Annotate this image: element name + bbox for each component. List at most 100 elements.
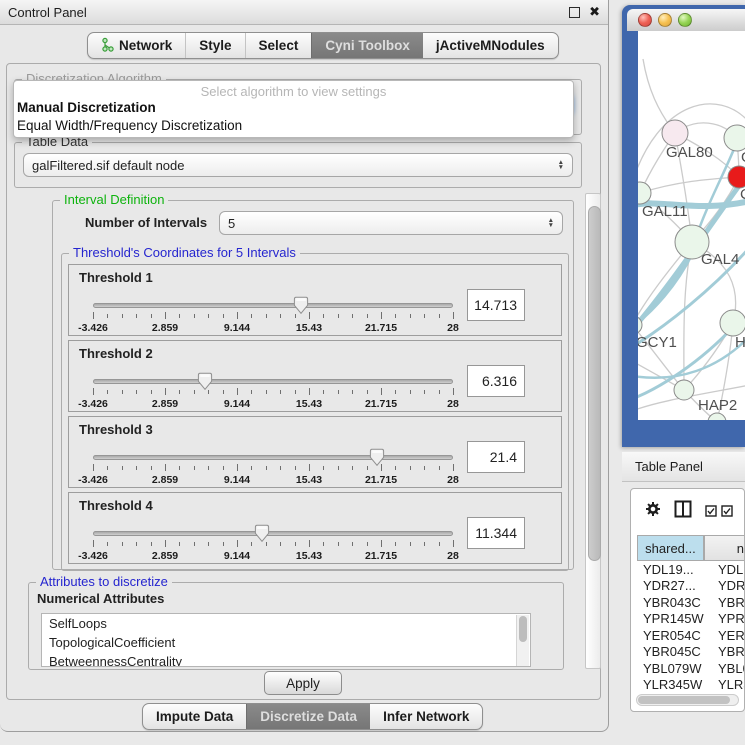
tab-style[interactable]: Style <box>185 33 244 58</box>
control-panel-window: Control Panel ✖ NetworkStyle Select Cyni T… <box>0 0 609 732</box>
algorithm-option-1[interactable]: Manual Discretization <box>17 100 156 115</box>
number-of-intervals-value: 5 <box>228 216 235 231</box>
table-row[interactable]: YBL079WYBL0 <box>637 660 745 677</box>
threshold-slider[interactable]: -3.4262.8599.14415.4321.71528 <box>93 523 453 561</box>
table-row[interactable]: YBR045CYBR0 <box>637 644 745 661</box>
network-node-node-bottom[interactable] <box>708 413 726 420</box>
column-header-1[interactable]: shared... <box>637 535 704 561</box>
column-layout-icon[interactable] <box>674 500 692 523</box>
minimize-traffic-icon[interactable] <box>658 13 672 27</box>
select-none-checkbox-icon[interactable] <box>721 505 733 517</box>
tab-network[interactable]: Network <box>88 33 185 58</box>
scrollbar-thumb[interactable] <box>588 206 601 561</box>
slider-ticks <box>93 312 453 321</box>
network-node-label: H <box>735 334 745 351</box>
slider-ticks <box>93 540 453 549</box>
slider-track[interactable] <box>93 379 453 384</box>
table-cell: YLR3 <box>708 677 745 692</box>
zoom-traffic-icon[interactable] <box>678 13 692 27</box>
slider-thumb-icon[interactable] <box>254 524 270 543</box>
float-window-icon[interactable] <box>569 7 580 18</box>
threshold-slider[interactable]: -3.4262.8599.14415.4321.71528 <box>93 447 453 485</box>
attribute-list-item[interactable]: TopologicalCoefficient <box>42 633 530 652</box>
close-traffic-icon[interactable] <box>638 13 652 27</box>
table-row[interactable]: YBR043CYBR0 <box>637 594 745 611</box>
threshold-value-field[interactable]: 6.316 <box>467 365 525 397</box>
apply-button[interactable]: Apply <box>264 671 342 695</box>
table-row[interactable]: YER054CYER0 <box>637 627 745 644</box>
tab-cyni-toolbox[interactable]: Cyni Toolbox <box>311 33 423 58</box>
threshold-value-field[interactable]: 21.4 <box>467 441 525 473</box>
network-node-hap2[interactable] <box>674 380 694 400</box>
network-node-label: GCY1 <box>638 334 677 351</box>
algorithm-option-2[interactable]: Equal Width/Frequency Discretization <box>17 118 242 133</box>
tab-select[interactable]: Select <box>245 33 312 58</box>
algorithm-popup-hint: Select algorithm to view settings <box>14 84 573 99</box>
numerical-attributes-list[interactable]: SelfLoopsTopologicalCoefficientBetweenne… <box>41 613 531 667</box>
threshold-label: Threshold 4 <box>79 498 153 513</box>
table-cell: YDL19... <box>637 562 708 577</box>
threshold-slider[interactable]: -3.4262.8599.14415.4321.71528 <box>93 295 453 333</box>
tick-label: 9.144 <box>224 550 250 562</box>
thresholds-group: Threshold's Coordinates for 5 Intervals … <box>61 253 569 571</box>
tab-discretize-data[interactable]: Discretize Data <box>246 704 370 729</box>
interval-definition-label: Interval Definition <box>60 193 168 207</box>
numerical-attributes-label: Numerical Attributes <box>37 591 164 606</box>
slider-thumb-icon[interactable] <box>197 372 213 391</box>
tick-label: 28 <box>447 474 459 486</box>
tick-label: 21.715 <box>365 474 397 486</box>
network-node-gal80[interactable] <box>662 120 688 146</box>
threshold-slider[interactable]: -3.4262.8599.14415.4321.71528 <box>93 371 453 409</box>
control-panel-title: Control Panel <box>8 5 87 20</box>
scrollbar-thumb[interactable] <box>638 696 730 704</box>
select-all-checkbox-icon[interactable] <box>705 505 717 517</box>
tab-infer-network[interactable]: Infer Network <box>370 704 482 729</box>
attribute-list-item[interactable]: SelfLoops <box>42 614 530 633</box>
tick-label: 9.144 <box>224 322 250 334</box>
stepper-arrows-icon: ▲▼ <box>552 160 564 171</box>
tab-label: Select <box>259 38 299 53</box>
network-graph: GAL80GCGAL11GAL4GCY1HHAP2 <box>638 31 745 420</box>
table-cell: YDR2 <box>708 578 745 593</box>
network-window-titlebar[interactable] <box>627 9 745 31</box>
table-toolbar <box>631 489 745 533</box>
column-header-2[interactable]: na <box>704 535 745 561</box>
network-node-node-right-mid[interactable] <box>720 310 745 336</box>
tick-label: 2.859 <box>152 550 178 562</box>
slider-thumb-icon[interactable] <box>293 296 309 315</box>
table-cell: YDR27... <box>637 578 708 593</box>
tab-impute-data[interactable]: Impute Data <box>143 704 246 729</box>
threshold-panel-2: Threshold 2-3.4262.8599.14415.4321.71528… <box>68 340 562 412</box>
table-row[interactable]: YDL19...YDL1 <box>637 561 745 578</box>
tick-label: 15.43 <box>296 550 322 562</box>
slider-track[interactable] <box>93 455 453 460</box>
panel-scrollbar[interactable] <box>585 193 601 669</box>
slider-track[interactable] <box>93 303 453 308</box>
attribute-list-item[interactable]: BetweennessCentrality <box>42 652 530 667</box>
table-row[interactable]: YLR345WYLR3 <box>637 677 745 694</box>
network-node-node-red[interactable] <box>728 166 745 188</box>
slider-track[interactable] <box>93 531 453 536</box>
control-panel-titlebar: Control Panel ✖ <box>0 0 608 25</box>
table-panel-header: Table Panel <box>622 452 745 482</box>
tick-label: 28 <box>447 322 459 334</box>
threshold-value-field[interactable]: 11.344 <box>467 517 525 549</box>
slider-thumb-icon[interactable] <box>369 448 385 467</box>
gear-icon[interactable] <box>645 501 661 522</box>
table-cell: YBR043C <box>637 595 708 610</box>
list-scrollbar[interactable] <box>516 615 529 666</box>
close-icon[interactable]: ✖ <box>589 7 600 17</box>
tick-label: 2.859 <box>152 474 178 486</box>
network-node-node-top-right[interactable] <box>724 125 745 151</box>
table-horizontal-scrollbar[interactable] <box>636 694 739 706</box>
threshold-value-field[interactable]: 14.713 <box>467 289 525 321</box>
number-of-intervals-select[interactable]: 5 ▲▼ <box>219 211 563 235</box>
tick-label: 28 <box>447 398 459 410</box>
network-canvas[interactable]: GAL80GCGAL11GAL4GCY1HHAP2 <box>638 31 745 420</box>
table-row[interactable]: YPR145WYPR1 <box>637 611 745 628</box>
tab-label: Discretize Data <box>260 709 357 724</box>
table-data-select[interactable]: galFiltered.sif default node ▲▼ <box>23 153 573 177</box>
tick-label: 21.715 <box>365 550 397 562</box>
table-row[interactable]: YDR27...YDR2 <box>637 578 745 595</box>
tab-jactivemnodules[interactable]: jActiveMNodules <box>423 33 558 58</box>
